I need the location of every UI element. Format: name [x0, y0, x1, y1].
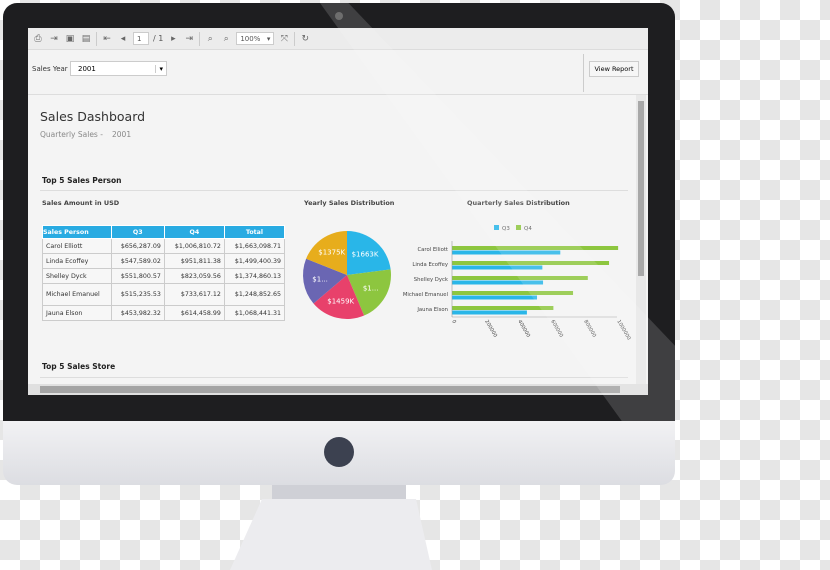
table-cell: $1,663,098.71	[223, 238, 286, 254]
table-cell: Jauna Elson	[42, 305, 112, 321]
table-cell: $1,374,860.13	[223, 268, 286, 284]
bar-q3[interactable]	[452, 250, 561, 255]
page-setup-icon[interactable]: ▣	[64, 33, 76, 45]
table-cell: $547,589.02	[110, 253, 165, 269]
pie-label: $1663K	[352, 251, 379, 259]
bar-q4[interactable]	[452, 306, 554, 310]
table-cell: Carol Elliott	[42, 238, 112, 254]
table-cell: $823,059.56	[163, 268, 225, 284]
legend-label: Q4	[524, 226, 532, 232]
divider	[199, 31, 201, 46]
bar-q4[interactable]	[452, 291, 574, 295]
category-label: Michael Emanuel	[403, 292, 448, 298]
zoom-value: 100%	[240, 34, 261, 43]
column-header: Q4	[163, 225, 225, 239]
bar-q3[interactable]	[452, 295, 538, 300]
table-cell: $733,617.12	[163, 283, 225, 306]
vertical-scrollbar[interactable]	[636, 95, 646, 384]
table-cell: $1,248,852.65	[223, 283, 286, 306]
sales-year-value: 2001	[78, 64, 96, 73]
bar-q4[interactable]	[452, 276, 588, 280]
divider	[96, 31, 97, 46]
column-header: Total	[223, 225, 286, 239]
refresh-icon[interactable]: ↻	[299, 33, 311, 45]
camera	[335, 12, 343, 20]
report-viewer: ⎙ ⇥ ▣ ▤ ⇤ ◂ 1 / 1 ▸ ⇥ ⌕ ⌕ 100% ▾ ⤧ ↻ Sale…	[28, 28, 648, 395]
table-row: Shelley Dyck $551,800.57 $823,059.56 $1,374…	[42, 268, 286, 284]
x-tick-label: 600000	[549, 319, 564, 339]
zoom-in-icon[interactable]: ⌕	[204, 33, 216, 45]
table-cell: $551,800.57	[110, 268, 165, 284]
category-label: Shelley Dyck	[414, 277, 449, 283]
legend-label: Q3	[502, 226, 510, 232]
table-cell: $515,235.53	[110, 283, 165, 306]
sales-year-label: Sales Year	[32, 65, 68, 73]
table-header: Sales Person Q3 Q4 Total	[42, 225, 286, 239]
pie-label: $1375K	[318, 248, 345, 256]
category-label: Carol Elliott	[417, 247, 448, 253]
table-cell: $1,068,441.31	[223, 305, 286, 321]
pie-label: $1459K	[327, 298, 354, 306]
category-label: Linda Ecoffey	[412, 262, 448, 268]
table-cell: $951,811.38	[163, 253, 225, 269]
view-report-label: View Report	[594, 65, 634, 73]
power-button	[324, 437, 354, 467]
pie-label: $1...	[312, 275, 328, 283]
export-icon[interactable]: ⇥	[48, 33, 60, 45]
legend-swatch-q4	[516, 225, 521, 230]
table-cell: $1,499,400.39	[223, 253, 286, 269]
last-page-icon[interactable]: ⇥	[183, 33, 195, 45]
table-cell: $1,006,810.72	[163, 238, 225, 254]
x-tick-label: 0	[450, 319, 457, 325]
divider	[583, 54, 584, 92]
next-page-icon[interactable]: ▸	[167, 33, 179, 45]
table-cell: Linda Ecoffey	[42, 253, 112, 269]
x-tick-label: 800000	[582, 319, 597, 339]
x-tick-label: 400000	[516, 319, 531, 339]
zoom-select[interactable]: 100% ▾	[236, 32, 275, 45]
column-header: Q3	[110, 225, 165, 239]
page-input[interactable]: 1	[133, 32, 149, 45]
table-cell: Shelley Dyck	[42, 268, 112, 284]
bar-q4[interactable]	[452, 261, 610, 265]
sales-year-select[interactable]: 2001 ▾	[70, 61, 167, 76]
divider	[294, 31, 296, 46]
table-cell: $453,982.32	[110, 305, 165, 321]
monitor-stand	[230, 499, 432, 570]
legend-swatch-q3	[494, 225, 499, 230]
scroll-thumb[interactable]	[638, 101, 644, 276]
zoom-out-icon[interactable]: ⌕	[220, 33, 232, 45]
category-label: Jauna Elson	[416, 307, 448, 313]
x-tick-label: 1000000	[615, 319, 631, 341]
table-row: Linda Ecoffey $547,589.02 $951,811.38 $1,49…	[42, 253, 286, 269]
print-layout-icon[interactable]: ▤	[80, 33, 92, 45]
bar-q3[interactable]	[452, 310, 527, 315]
parameter-panel: Sales Year 2001 ▾ View Report	[28, 50, 648, 95]
sales-table: Sales Person Q3 Q4 Total Carol Elliott $656,2…	[42, 225, 286, 321]
view-report-button[interactable]: View Report	[589, 61, 639, 77]
table-cell: $614,458.99	[163, 305, 225, 321]
table-row: Jauna Elson $453,982.32 $614,458.99 $1,068,…	[42, 305, 286, 321]
x-tick-label: 200000	[483, 319, 498, 339]
page-total: / 1	[153, 34, 164, 43]
table-row: Michael Emanuel $515,235.53 $733,617.12 $1,…	[42, 283, 286, 306]
bar-q3[interactable]	[452, 280, 544, 285]
print-icon[interactable]: ⎙	[32, 33, 44, 45]
fit-page-icon[interactable]: ⤧	[278, 33, 290, 45]
scroll-thumb[interactable]	[40, 386, 620, 393]
bar-q4[interactable]	[452, 246, 619, 250]
pie-label: $1...	[363, 285, 379, 293]
chevron-down-icon: ▾	[155, 64, 163, 73]
first-page-icon[interactable]: ⇤	[101, 33, 113, 45]
chevron-down-icon: ▾	[266, 34, 271, 43]
table-cell: $656,287.09	[110, 238, 165, 254]
toolbar: ⎙ ⇥ ▣ ▤ ⇤ ◂ 1 / 1 ▸ ⇥ ⌕ ⌕ 100% ▾ ⤧ ↻	[28, 28, 648, 50]
bar-q3[interactable]	[452, 265, 543, 270]
column-header: Sales Person	[42, 225, 112, 239]
prev-page-icon[interactable]: ◂	[117, 33, 129, 45]
table-cell: Michael Emanuel	[42, 283, 112, 306]
horizontal-scrollbar[interactable]	[28, 384, 648, 395]
table-row: Carol Elliott $656,287.09 $1,006,810.72 $1,…	[42, 238, 286, 254]
monitor-neck	[272, 485, 406, 499]
